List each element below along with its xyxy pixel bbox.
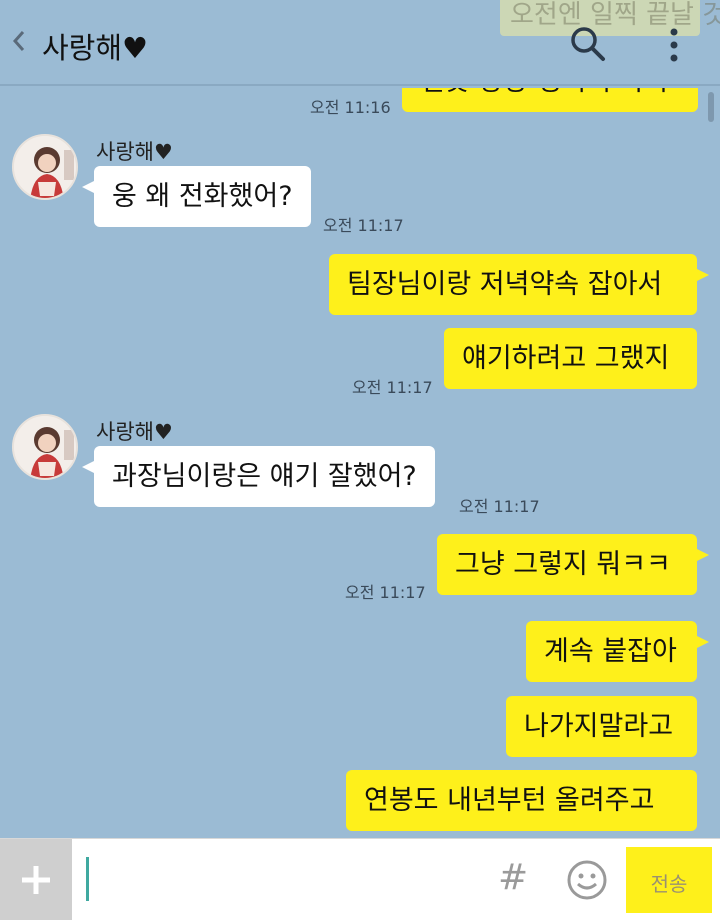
more-menu-button[interactable]	[664, 26, 684, 66]
avatar[interactable]	[12, 414, 78, 480]
search-button[interactable]	[570, 26, 606, 62]
send-button-label: 전송	[650, 872, 688, 896]
chevron-left-icon	[12, 31, 25, 51]
message-input[interactable]	[72, 839, 492, 920]
their-message-bubble[interactable]: 과장님이랑은 얘기 잘했어?	[82, 446, 435, 507]
message-time: 오전 11:17	[352, 378, 433, 397]
back-button[interactable]	[10, 26, 28, 64]
smiley-icon	[567, 860, 607, 900]
my-message-bubble[interactable]: 팀장님이랑 저녁약속 잡아서	[329, 254, 709, 315]
my-message-bubble[interactable]: 계속 붙잡아	[526, 621, 709, 682]
chat-title: 사랑해♥	[42, 31, 149, 65]
hash-icon[interactable]: #	[498, 857, 528, 898]
plus-icon	[22, 866, 50, 894]
my-message-bubble[interactable]: 연봉도 내년부턴 올려주고	[346, 770, 697, 831]
avatar[interactable]	[12, 134, 78, 200]
profile-photo-icon	[14, 136, 76, 198]
my-message-bubble[interactable]: 그냥 그렇지 뭐ㅋㅋ	[437, 534, 709, 595]
attach-button[interactable]	[0, 839, 72, 920]
emoji-button[interactable]	[566, 859, 608, 901]
profile-photo-icon	[14, 416, 76, 478]
text-caret	[86, 857, 89, 901]
message-input-bar: # 전송	[0, 838, 720, 920]
my-message-bubble[interactable]: 나가지말라고	[506, 696, 697, 757]
chat-header: 오전엔 일찍 끝날 것 같아 사랑해♥	[0, 0, 720, 88]
sender-name: 사랑해♥	[96, 420, 173, 444]
message-time: 오전 11:17	[345, 583, 426, 602]
chat-area[interactable]: 겉옷 항상 챙겨서 나가 오전 11:16 사랑해♥ 웅 왜 전화했어? 오전 …	[0, 0, 720, 838]
search-icon	[571, 27, 605, 61]
send-button[interactable]: 전송	[626, 847, 712, 913]
scrollbar[interactable]	[708, 92, 714, 122]
more-vertical-icon	[670, 28, 678, 62]
message-time: 오전 11:17	[459, 497, 540, 516]
message-time: 오전 11:17	[323, 216, 404, 235]
sender-name: 사랑해♥	[96, 140, 173, 164]
my-message-bubble[interactable]: 얘기하려고 그랬지	[444, 328, 697, 389]
their-message-bubble[interactable]: 웅 왜 전화했어?	[82, 166, 311, 227]
message-time: 오전 11:16	[310, 98, 391, 117]
header-divider	[0, 84, 720, 86]
partial-message-text: 오전엔 일찍 끝날 것 같아	[510, 0, 720, 30]
